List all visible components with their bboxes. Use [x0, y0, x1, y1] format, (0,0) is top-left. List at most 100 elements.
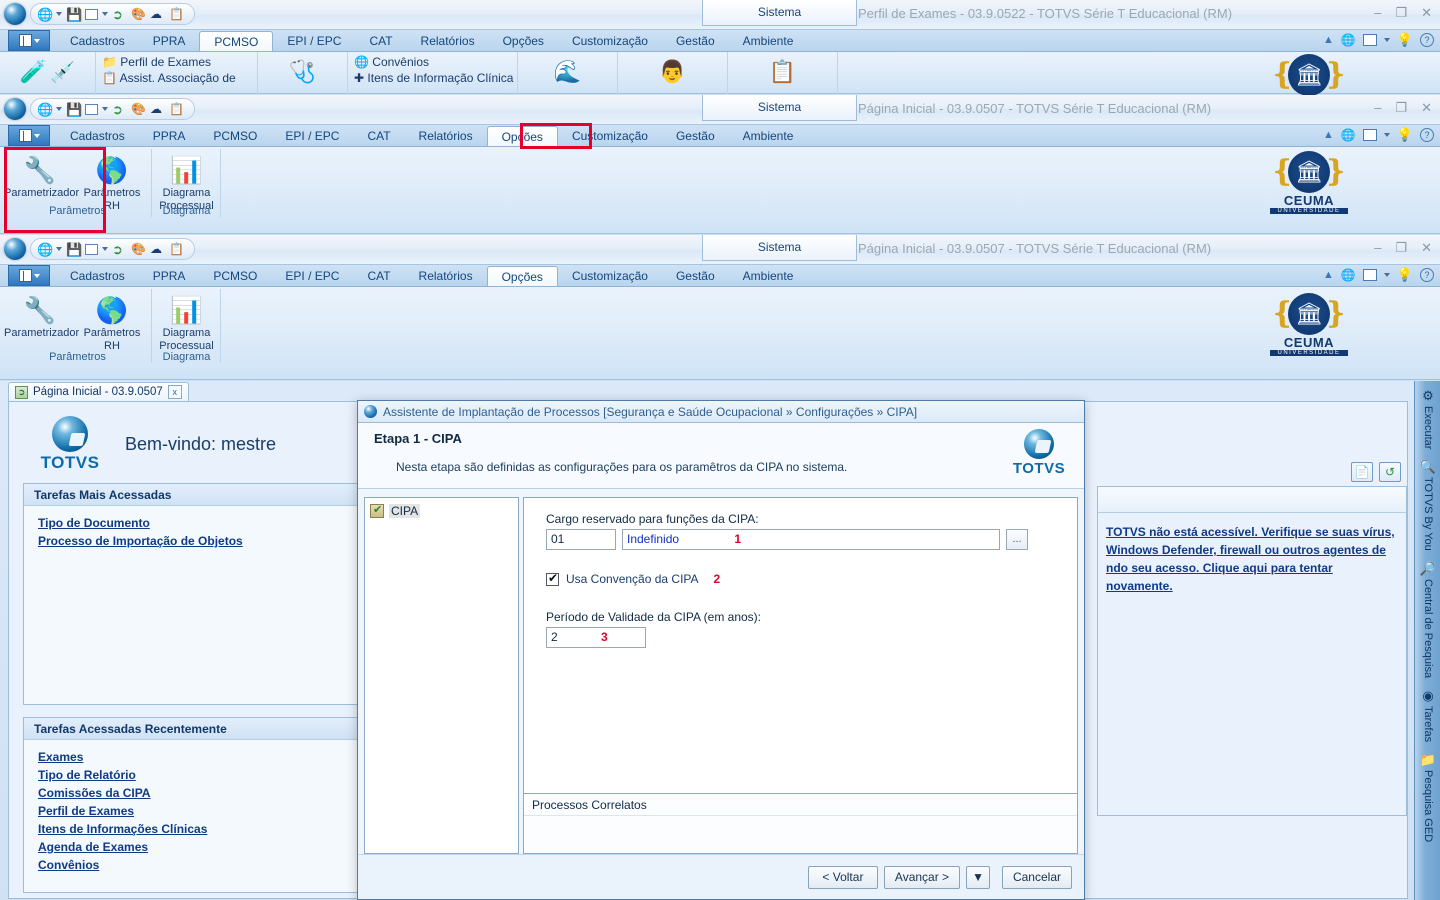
ribbon-tab-cat-3[interactable]: CAT	[353, 265, 404, 286]
copy-icon-3[interactable]: 📋	[169, 242, 184, 257]
new-window-icon-2[interactable]	[85, 103, 98, 115]
ribbon-button-parametrizador-3[interactable]: 🔧 Parametrizador	[4, 289, 79, 340]
app-menu-button-1[interactable]	[8, 30, 50, 51]
ribbon-item-assist-associacao[interactable]: Assist. Associação de Perfil	[102, 71, 236, 85]
ribbon-tab-ppra-2[interactable]: PPRA	[139, 125, 200, 146]
collapse-ribbon-icon-2[interactable]: ▲	[1323, 129, 1334, 141]
chevron-down-icon-5[interactable]	[56, 247, 62, 251]
window-controls-1[interactable]: – ❐ ✕	[1374, 5, 1432, 21]
app-orb-icon-2[interactable]	[4, 98, 26, 120]
help-globe-icon-3[interactable]: ☁	[150, 242, 165, 257]
connection-error-message[interactable]: TOTVS não está acessível. Verifique se s…	[1098, 513, 1406, 605]
help-icon-2[interactable]: ?	[1420, 128, 1434, 142]
palette-icon-3[interactable]: 🎨	[131, 242, 146, 257]
globe-icon-2[interactable]: 🌐	[37, 102, 53, 117]
ribbon-button-parametros-rh-2[interactable]: 🌎 Parâmetros RH	[76, 149, 148, 213]
vbar-item-executar[interactable]: ⚙ Executar	[1415, 387, 1440, 452]
restore-button-1[interactable]: ❐	[1395, 5, 1407, 21]
cancel-button[interactable]: Cancelar	[1001, 865, 1072, 889]
exit-icon[interactable]: ➲	[112, 7, 127, 22]
task-link-tipo-de-documento[interactable]: Tipo de Documento	[38, 516, 365, 530]
save-icon[interactable]: 💾	[66, 7, 82, 22]
chevron-down-icon[interactable]	[56, 12, 62, 16]
back-button[interactable]: < Voltar	[807, 865, 878, 889]
doctors-icon[interactable]: 👨	[659, 59, 686, 84]
layout-icon-2[interactable]	[1362, 129, 1377, 141]
ribbon-tab-relatorios-3[interactable]: Relatórios	[405, 265, 487, 286]
copy-icon[interactable]: 📋	[169, 7, 184, 22]
task-link-exames[interactable]: Exames	[38, 750, 365, 764]
app-menu-button-3[interactable]	[8, 265, 50, 286]
task-link-tipo-de-relatorio[interactable]: Tipo de Relatório	[38, 768, 365, 782]
chevron-down-icon-4[interactable]	[102, 107, 108, 111]
quick-access-toolbar-2[interactable]: 🌐 💾 ➲ 🎨 ☁ 📋	[30, 98, 195, 120]
tip-bulb-icon-2[interactable]: 💡	[1397, 127, 1413, 143]
dialog-step-tree[interactable]: CIPA	[364, 497, 519, 854]
next-dropdown-button[interactable]: ▼	[966, 865, 990, 889]
close-tab-icon[interactable]: x	[167, 385, 182, 399]
tree-item-cipa[interactable]: CIPA	[370, 503, 513, 518]
cargo-description-input[interactable]: Indefinido 1	[622, 529, 1000, 550]
ribbon-tab-opcoes-1[interactable]: Opções	[489, 30, 558, 51]
layout-chevron-icon[interactable]	[1383, 38, 1390, 42]
globe-help-icon[interactable]: 🌐	[1341, 33, 1356, 47]
syringe-icon[interactable]: 💉	[50, 62, 75, 84]
clipboard-check-icon[interactable]: 📋	[769, 59, 796, 84]
new-window-icon-3[interactable]	[85, 243, 98, 255]
copy-icon-2[interactable]: 📋	[169, 102, 184, 117]
layout-icon-3[interactable]	[1362, 269, 1377, 281]
app-menu-button-2[interactable]	[8, 125, 50, 146]
app-orb-icon-3[interactable]	[4, 238, 26, 260]
palette-icon-2[interactable]: 🎨	[131, 102, 146, 117]
chevron-down-icon-2[interactable]	[102, 12, 108, 16]
palette-icon[interactable]: 🎨	[131, 7, 146, 22]
first-aid-icon[interactable]: 🌊	[554, 59, 581, 84]
ribbon-item-itens-informacao-clinica[interactable]: Itens de Informação Clínica	[367, 71, 513, 85]
ribbon-item-perfil-de-exames[interactable]: Perfil de Exames	[120, 55, 211, 69]
task-link-perfil-de-exames[interactable]: Perfil de Exames	[38, 804, 365, 818]
ribbon-button-diagrama-processual-3[interactable]: 📊 Diagrama Processual	[153, 289, 220, 353]
usa-convencao-checkbox[interactable]	[546, 571, 559, 586]
ribbon-tab-pcmso-3[interactable]: PCMSO	[199, 265, 271, 286]
globe-help-icon-2[interactable]: 🌐	[1341, 128, 1356, 142]
task-link-processo-importacao[interactable]: Processo de Importação de Objetos	[38, 534, 365, 548]
ribbon-tab-ppra-3[interactable]: PPRA	[139, 265, 200, 286]
ribbon-tab-opcoes-3[interactable]: Opções	[486, 266, 558, 286]
stethoscope-icon[interactable]: 🩺	[289, 59, 316, 84]
close-button-1[interactable]: ✕	[1421, 5, 1432, 21]
vbar-item-tarefas[interactable]: ◉ Tarefas	[1415, 687, 1440, 745]
minimize-button-1[interactable]: –	[1374, 5, 1381, 21]
ribbon-tab-pcmso-2[interactable]: PCMSO	[199, 125, 271, 146]
ribbon-tab-cat-2[interactable]: CAT	[353, 125, 404, 146]
collapse-ribbon-icon-3[interactable]: ▲	[1323, 269, 1334, 281]
ribbon-tab-epi-epc-2[interactable]: EPI / EPC	[271, 125, 353, 146]
row-usa-convencao[interactable]: Usa Convenção da CIPA 2	[546, 571, 1077, 586]
refresh-panel-button[interactable]: ↺	[1379, 462, 1401, 482]
ribbon-tab-ppra-1[interactable]: PPRA	[139, 30, 200, 51]
task-link-itens-informacoes-clinicas[interactable]: Itens de Informações Clínicas	[38, 822, 365, 836]
minimize-button-3[interactable]: –	[1374, 240, 1381, 256]
tip-bulb-icon[interactable]: 💡	[1397, 32, 1413, 48]
ribbon-button-diagrama-processual-2[interactable]: 📊 Diagrama Processual	[153, 149, 220, 213]
document-tab-pagina-inicial[interactable]: ➲ Página Inicial - 03.9.0507 x	[8, 382, 189, 401]
ribbon-tab-gestao-1[interactable]: Gestão	[662, 30, 729, 51]
restore-button-3[interactable]: ❐	[1395, 240, 1407, 256]
ribbon-tab-relatorios-2[interactable]: Relatórios	[405, 125, 487, 146]
ribbon-tab-gestao-2[interactable]: Gestão	[662, 125, 729, 146]
globe-icon-3[interactable]: 🌐	[37, 242, 53, 257]
next-button[interactable]: Avançar >	[883, 865, 961, 889]
help-icon-3[interactable]: ?	[1420, 268, 1434, 282]
tip-bulb-icon-3[interactable]: 💡	[1397, 267, 1413, 283]
system-tab-2[interactable]: Sistema	[702, 95, 857, 121]
periodo-validade-input[interactable]: 2 3	[546, 627, 646, 648]
help-icon[interactable]: ?	[1420, 33, 1434, 47]
exit-icon-3[interactable]: ➲	[112, 242, 127, 257]
globe-icon[interactable]: 🌐	[37, 7, 53, 22]
system-tab-1[interactable]: Sistema	[702, 0, 857, 26]
task-link-agenda-de-exames[interactable]: Agenda de Exames	[38, 840, 365, 854]
ribbon-tab-pcmso-1[interactable]: PCMSO	[199, 31, 274, 51]
ribbon-tab-cadastros-2[interactable]: Cadastros	[56, 125, 139, 146]
ribbon-tab-gestao-3[interactable]: Gestão	[662, 265, 729, 286]
system-tab-3[interactable]: Sistema	[702, 235, 857, 261]
exit-icon-2[interactable]: ➲	[112, 102, 127, 117]
